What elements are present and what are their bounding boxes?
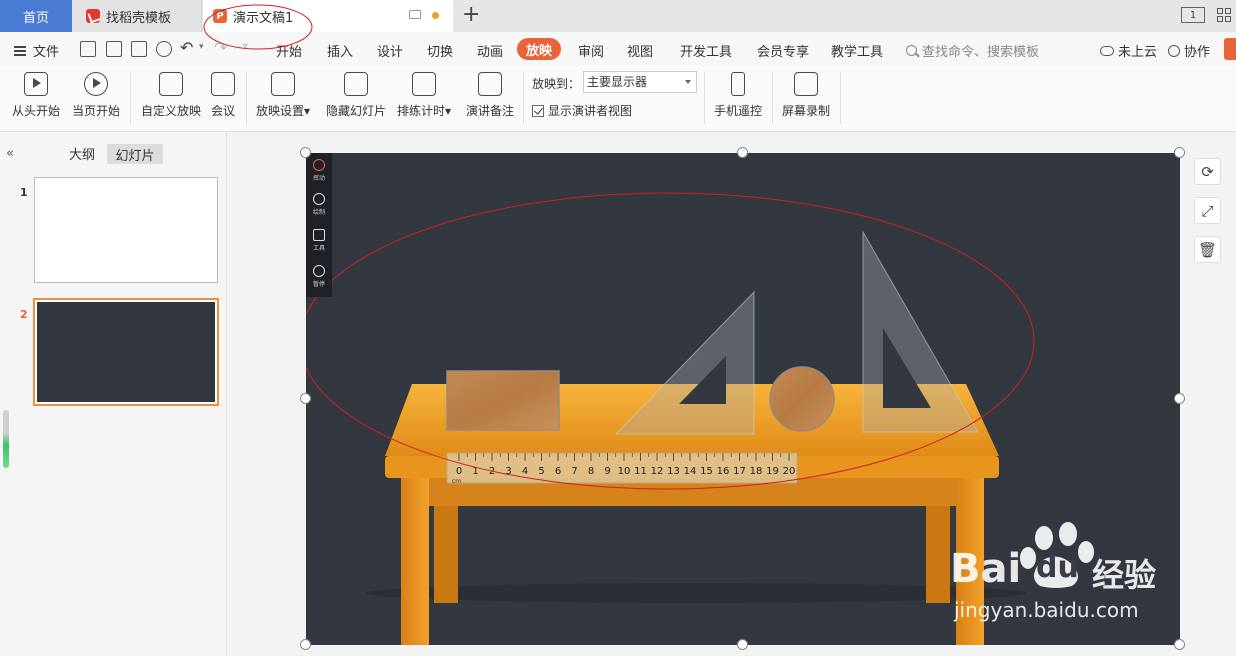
annotation-tab-ellipse bbox=[203, 4, 313, 50]
annotation-layer bbox=[203, 4, 313, 50]
